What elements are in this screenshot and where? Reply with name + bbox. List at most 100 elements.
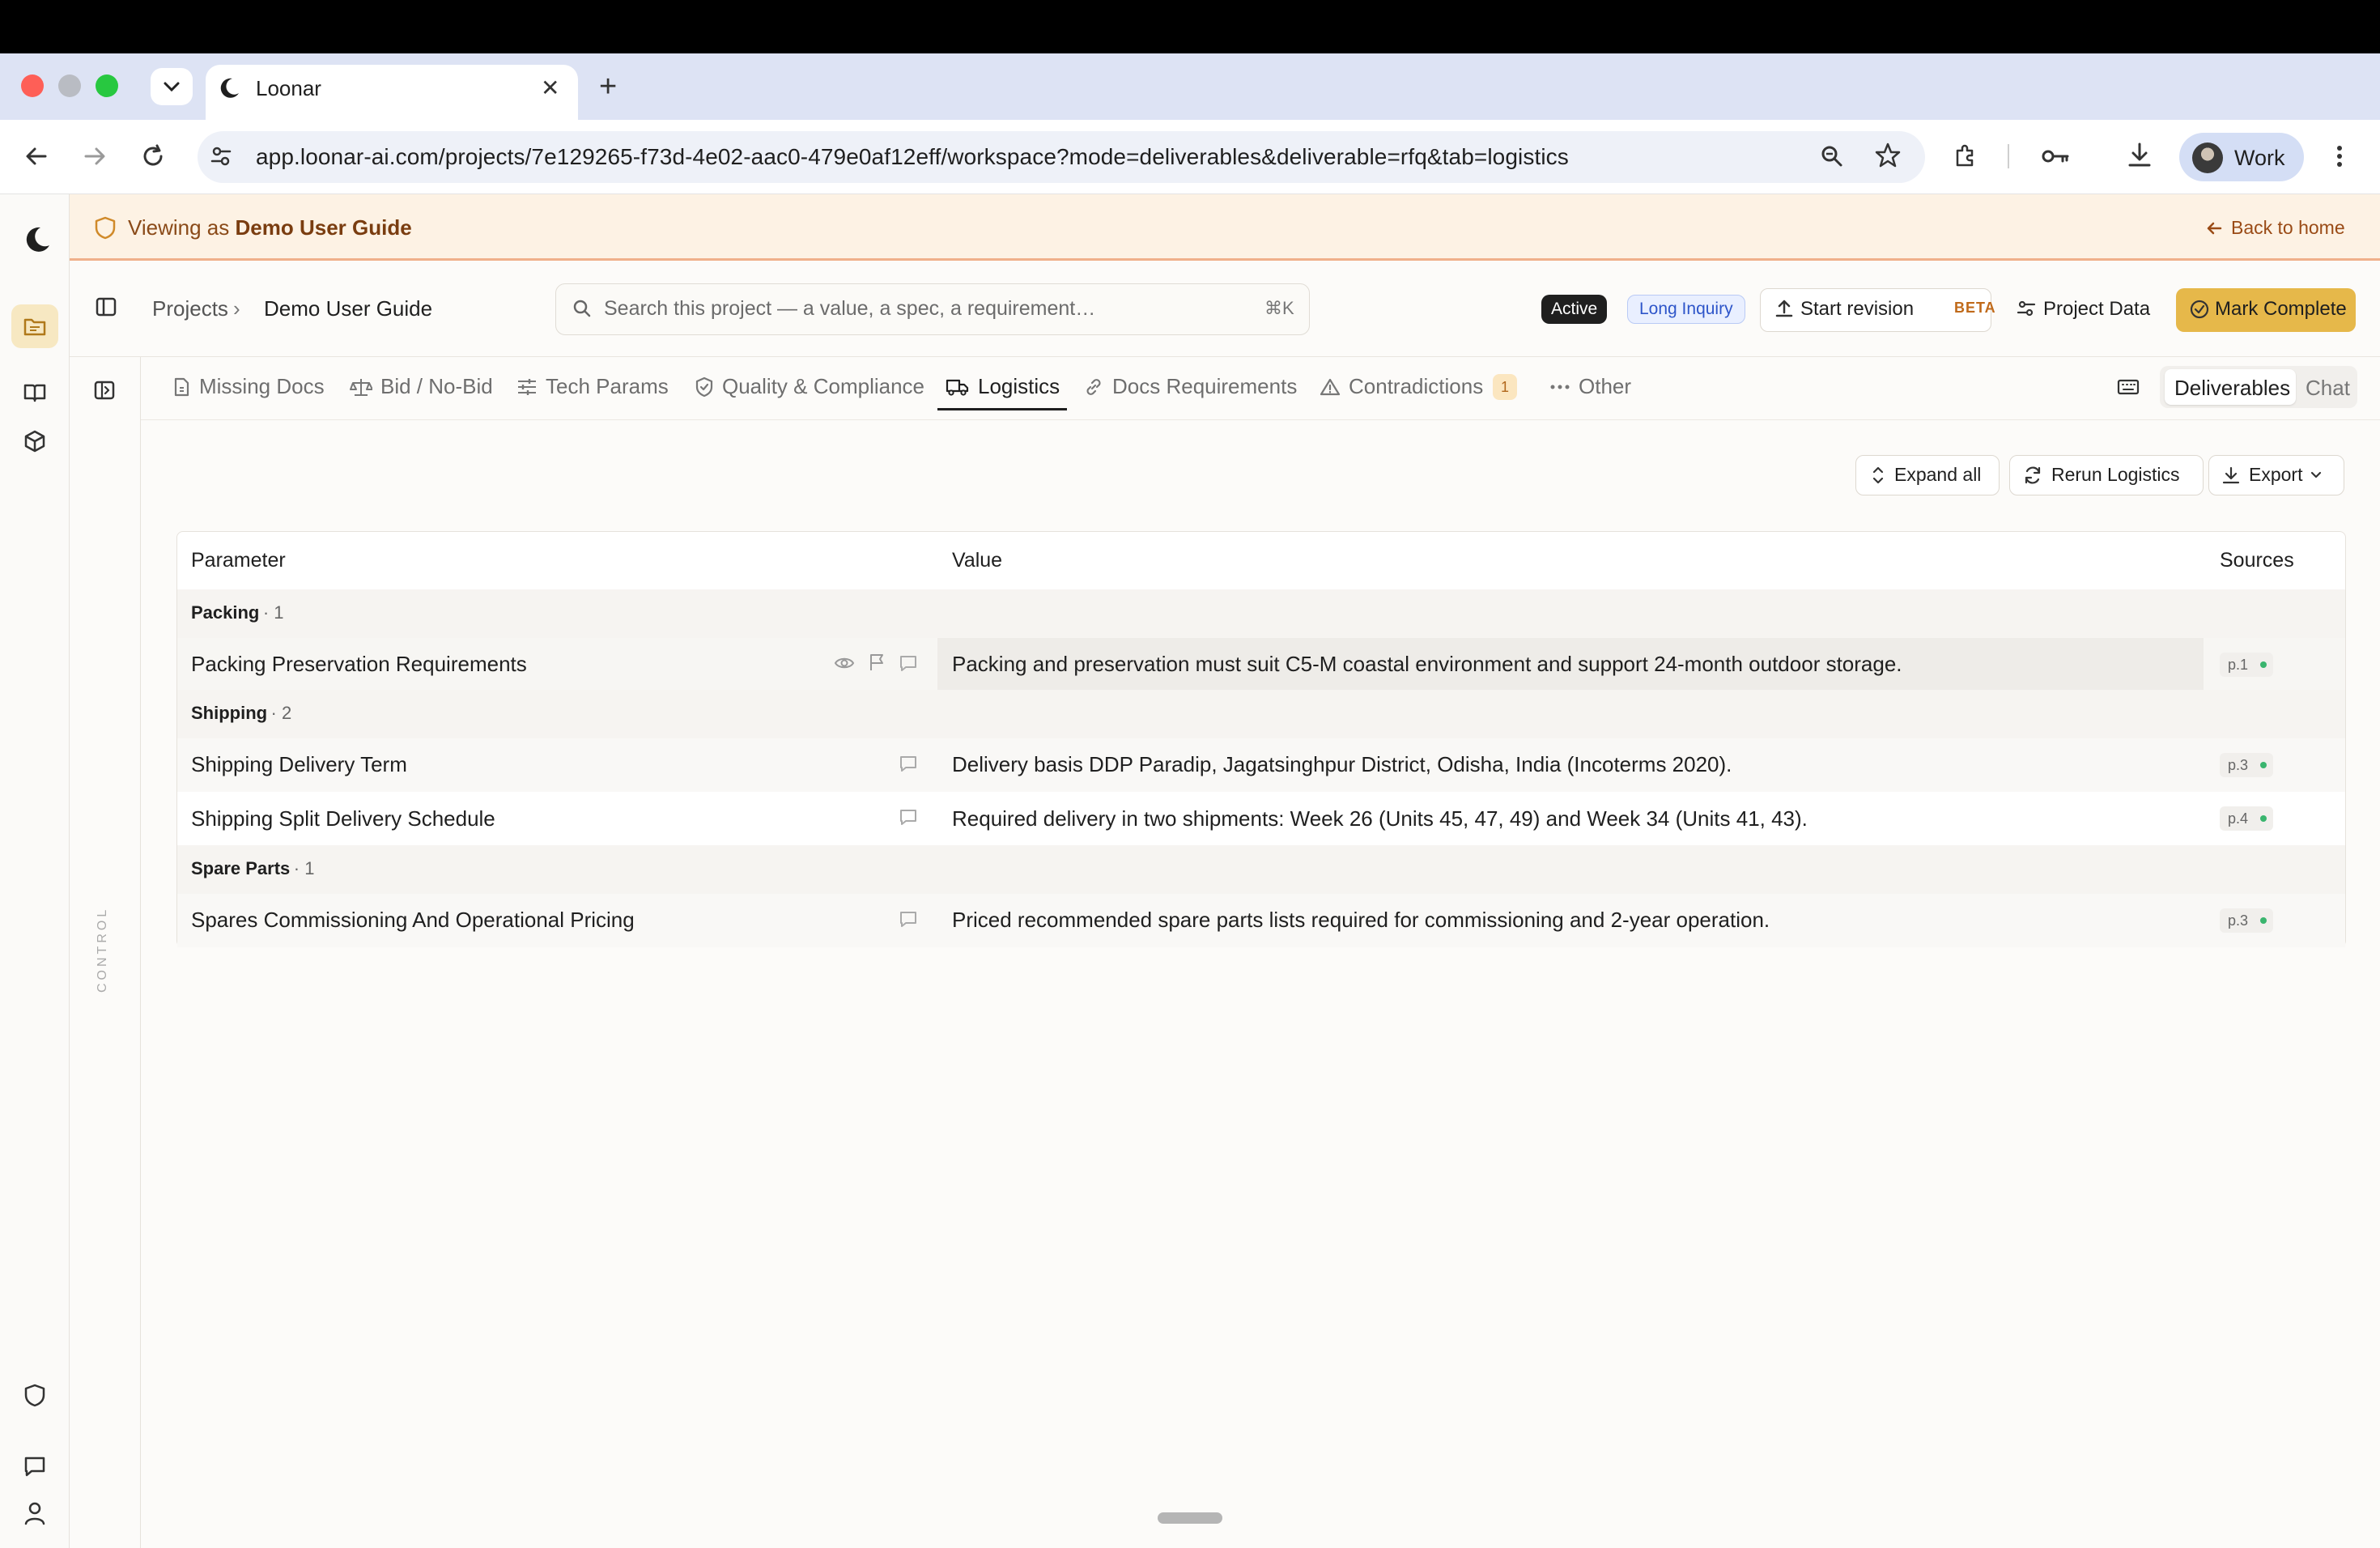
tab-quality-compliance[interactable]: Quality & Compliance bbox=[695, 374, 924, 399]
column-header-value[interactable]: Value bbox=[952, 549, 1002, 572]
site-settings-icon[interactable] bbox=[207, 142, 235, 170]
active-tab-indicator bbox=[937, 408, 1067, 410]
comment-icon[interactable] bbox=[899, 910, 918, 928]
bookmark-star-icon[interactable] bbox=[1873, 141, 1902, 170]
password-key-icon[interactable] bbox=[2040, 142, 2072, 170]
breadcrumb-projects[interactable]: Projects bbox=[152, 296, 228, 321]
toolbar-divider bbox=[2008, 144, 2009, 168]
export-label: Export bbox=[2249, 464, 2303, 485]
extensions-icon[interactable] bbox=[1951, 142, 1978, 170]
view-deliverables-label: Deliverables bbox=[2174, 376, 2291, 400]
eye-icon[interactable] bbox=[834, 654, 855, 672]
source-badge[interactable]: p.4 bbox=[2220, 806, 2273, 831]
window-maximize-button[interactable] bbox=[96, 74, 118, 97]
tab-contradictions[interactable]: Contradictions bbox=[1320, 374, 1483, 399]
loonar-logo-icon[interactable] bbox=[23, 225, 52, 254]
value-cell[interactable]: Packing and preservation must suit C5-M … bbox=[952, 652, 1902, 677]
chevron-down-icon bbox=[164, 82, 180, 92]
package-cube-icon[interactable] bbox=[21, 427, 49, 455]
comment-icon[interactable] bbox=[899, 755, 918, 772]
panel-resize-handle[interactable] bbox=[1158, 1512, 1222, 1524]
breadcrumb-project[interactable]: Demo User Guide bbox=[264, 296, 432, 321]
tab-label: Contradictions bbox=[1349, 374, 1484, 398]
source-badge[interactable]: p.3 bbox=[2220, 908, 2273, 933]
group-row-packing[interactable] bbox=[177, 589, 2345, 638]
flag-icon[interactable] bbox=[868, 653, 886, 672]
sliders-icon bbox=[2016, 298, 2037, 319]
keyboard-icon[interactable] bbox=[2116, 377, 2140, 397]
mark-complete-label: Mark Complete bbox=[2215, 298, 2347, 320]
tab-other[interactable]: Other bbox=[1549, 374, 1631, 399]
url-text[interactable]: app.loonar-ai.com/projects/7e129265-f73d… bbox=[256, 144, 1569, 170]
zoom-icon[interactable] bbox=[1818, 142, 1846, 170]
tab-label: Docs Requirements bbox=[1112, 374, 1298, 398]
more-dots-icon bbox=[1550, 385, 1570, 389]
tab-close-icon[interactable]: ✕ bbox=[541, 74, 559, 101]
tab-bid-no-bid[interactable]: Bid / No-Bid bbox=[350, 374, 493, 399]
browser-menu-icon[interactable] bbox=[2335, 142, 2344, 170]
comment-icon[interactable] bbox=[899, 654, 918, 672]
source-badge[interactable]: p.3 bbox=[2220, 753, 2273, 777]
group-row-shipping[interactable] bbox=[177, 690, 2345, 738]
tab-docs-requirements[interactable]: Docs Requirements bbox=[1083, 374, 1297, 399]
group-header-spare-parts: Spare Parts · 1 bbox=[191, 858, 314, 879]
group-header-packing: Packing · 1 bbox=[191, 602, 284, 623]
tab-search-button[interactable] bbox=[151, 68, 193, 105]
value-cell[interactable]: Priced recommended spare parts lists req… bbox=[952, 908, 1770, 933]
group-header-shipping: Shipping · 2 bbox=[191, 703, 291, 724]
back-arrow-icon[interactable] bbox=[23, 142, 50, 170]
source-status-dot bbox=[2260, 815, 2267, 822]
tab-label: Logistics bbox=[978, 374, 1060, 398]
status-badge: Active bbox=[1541, 295, 1608, 324]
arrow-left-icon bbox=[2207, 222, 2222, 234]
sidebar-toggle-icon[interactable] bbox=[94, 295, 118, 319]
projects-folder-icon[interactable] bbox=[21, 313, 49, 340]
truck-icon bbox=[946, 379, 969, 396]
download-icon[interactable] bbox=[2126, 141, 2153, 170]
link-icon bbox=[1086, 378, 1101, 395]
chat-bubble-icon[interactable] bbox=[21, 1452, 49, 1480]
contradictions-count-badge: 1 bbox=[1493, 374, 1517, 400]
back-to-home-link[interactable]: Back to home bbox=[2205, 217, 2345, 239]
forward-arrow-icon[interactable] bbox=[81, 142, 108, 170]
source-page: p.3 bbox=[2228, 912, 2249, 929]
viewing-as-user: Demo User Guide bbox=[235, 215, 412, 240]
user-profile-icon[interactable] bbox=[21, 1499, 49, 1527]
source-page: p.3 bbox=[2228, 757, 2249, 773]
group-label: Shipping bbox=[191, 703, 268, 723]
search-placeholder: Search this project — a value, a spec, a… bbox=[604, 297, 1096, 320]
comment-icon[interactable] bbox=[899, 808, 918, 826]
search-icon bbox=[572, 298, 593, 319]
control-label: CONTROL bbox=[96, 906, 109, 993]
shield-icon[interactable] bbox=[21, 1381, 49, 1409]
tab-logistics[interactable]: Logistics bbox=[946, 374, 1060, 399]
sliders-horizontal-icon bbox=[518, 378, 536, 395]
book-icon[interactable] bbox=[21, 379, 49, 406]
start-revision-label: Start revision bbox=[1800, 298, 1915, 320]
scale-icon bbox=[350, 378, 372, 396]
tab-missing-docs[interactable]: Missing Docs bbox=[172, 374, 325, 399]
view-chat-button[interactable]: Chat bbox=[2306, 376, 2350, 401]
column-header-sources[interactable]: Sources bbox=[2220, 549, 2294, 572]
reload-icon[interactable] bbox=[139, 142, 167, 170]
source-status-dot bbox=[2260, 762, 2267, 768]
source-badge[interactable]: p.1 bbox=[2220, 653, 2273, 677]
panel-expand-icon[interactable] bbox=[92, 379, 117, 402]
new-tab-icon[interactable]: + bbox=[599, 70, 617, 104]
parameter-cell: Shipping Delivery Term bbox=[191, 752, 407, 776]
group-count: · 1 bbox=[293, 858, 315, 878]
tab-tech-params[interactable]: Tech Params bbox=[516, 374, 669, 399]
back-to-home-label: Back to home bbox=[2231, 217, 2345, 238]
viewing-as-text: Viewing as Demo User Guide bbox=[128, 215, 412, 240]
header-divider bbox=[70, 356, 2380, 357]
value-cell[interactable]: Delivery basis DDP Paradip, Jagatsinghpu… bbox=[952, 752, 1732, 777]
viewing-as-banner bbox=[70, 194, 2380, 261]
window-close-button[interactable] bbox=[21, 74, 44, 97]
tab-label: Tech Params bbox=[546, 374, 669, 398]
group-row-spare-parts[interactable] bbox=[177, 845, 2345, 894]
window-minimize-button[interactable] bbox=[58, 74, 81, 97]
refresh-icon bbox=[2022, 465, 2043, 486]
browser-tab-title: Loonar bbox=[256, 76, 321, 100]
value-cell[interactable]: Required delivery in two shipments: Week… bbox=[952, 806, 1808, 831]
column-header-parameter[interactable]: Parameter bbox=[191, 549, 286, 572]
